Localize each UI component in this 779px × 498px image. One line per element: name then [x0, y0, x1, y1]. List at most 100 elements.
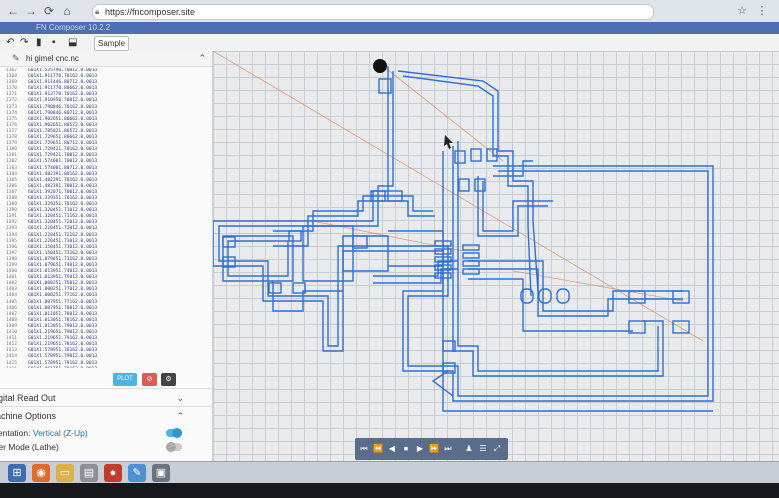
first-icon[interactable]: ⏮ [358, 442, 370, 456]
line-text: G01X1.219651.78162.0.0013 [28, 342, 98, 348]
toolpath-canvas[interactable] [213, 51, 779, 461]
lock-icon: 🔒︎ [95, 7, 100, 16]
url-text: https://fncomposer.site [105, 7, 196, 17]
stop-icon[interactable]: ⊘ [142, 373, 157, 386]
line-text: G01X1.861751.79162.0.0013 [28, 367, 97, 368]
line-text: G01X1.729421.70012.0.0013 [28, 153, 98, 159]
line-text: G01X1.482391.80162.0.0013 [28, 171, 98, 177]
lathe-row: ter Mode (Lathe) [0, 441, 212, 454]
export-icon[interactable]: ⬓ [68, 36, 77, 49]
app-title: FN Composer 10.2.2 [36, 23, 111, 32]
redo-icon[interactable]: ↷ [20, 36, 28, 49]
line-text: G01X1.574001.80712.0.0013 [28, 165, 98, 171]
line-text: G01X1.219651.79012.0.0013 [28, 330, 98, 336]
save-icon[interactable]: ▪ [52, 36, 56, 49]
line-text: G01X1.790846.80712.0.0013 [28, 110, 98, 116]
step-back-icon[interactable]: ◀ [386, 442, 398, 456]
playback-controls: ⏮ ⏪ ◀ ⏹ ▶ ⏩ ⏭ ♟ ☰ ⤢ [355, 438, 508, 460]
bookmark-icon[interactable]: ☆ [735, 4, 749, 18]
line-text: G01X1.578951.79012.0.0013 [28, 354, 98, 360]
list-icon[interactable]: ☰ [477, 442, 489, 456]
chevron-up-icon[interactable]: ⌃ [198, 51, 206, 66]
plot-button[interactable]: PLOT [113, 373, 137, 386]
expand-icon[interactable]: ⤢ [491, 442, 503, 456]
pad [462, 244, 480, 251]
line-text: G01X1.013951.75012.0.0013 [28, 275, 98, 281]
line-text: G01X1.320451.71012.0.0013 [28, 208, 98, 214]
line-text: G01X1.220451.72012.0.0013 [28, 226, 98, 232]
orientation-row: ientation: Vertical (Z-Up) [0, 427, 212, 440]
line-text: G01X1.911770.70162.0.0013 [28, 74, 98, 80]
pad [378, 78, 392, 94]
paint-icon[interactable]: ✎ [128, 464, 146, 482]
orientation-value: Vertical (Z-Up) [32, 428, 88, 438]
back-icon[interactable]: ← [6, 4, 20, 18]
chrome-icon[interactable]: ● [104, 464, 122, 482]
line-text: G01X1.320451.72012.0.0013 [28, 220, 98, 226]
line-text: G01X1.000251.75012.0.0013 [28, 281, 98, 287]
browser-menu-icon[interactable]: ⋮ [755, 4, 769, 18]
forward-icon[interactable]: → [24, 4, 38, 18]
line-text: G01X1.329351.70162.0.0013 [28, 195, 98, 201]
gcode-editor[interactable]: 1367 G01X1.535790.70012.0.0013 1368 G01X1.9… [6, 68, 202, 368]
orientation-label: ientation: Vertical (Z-Up) [0, 428, 88, 438]
line-text: G01X1.007951.78012.0.0013 [28, 305, 98, 311]
pad [222, 236, 236, 248]
tool-icon[interactable]: ♟ [463, 442, 475, 456]
firefox-icon[interactable]: ◉ [32, 464, 50, 482]
chevron-up-icon: ⌃ [176, 411, 184, 421]
line-text: G01X1.911446.80712.0.0013 [28, 80, 98, 86]
app-icon[interactable]: ▣ [152, 464, 170, 482]
sample-button[interactable]: Sample [94, 36, 130, 51]
url-bar[interactable]: 🔒︎ https://fncomposer.site [92, 4, 654, 20]
edit-icon[interactable]: ✎ [12, 51, 20, 66]
line-text: G01X1.535790.70012.0.0013 [28, 68, 98, 73]
trace [222, 235, 294, 282]
file-header: ✎ hi gimel cnc.nc ⌃ [0, 51, 212, 67]
line-text: G01X1.320451.71162.0.0013 [28, 214, 98, 220]
files-icon[interactable]: ▤ [80, 464, 98, 482]
pad [454, 150, 466, 164]
orientation-toggle[interactable] [166, 428, 182, 438]
rewind-icon[interactable]: ⏪ [372, 442, 384, 456]
lathe-toggle[interactable] [166, 442, 182, 452]
line-text: G01X1.913770.70162.0.0013 [28, 92, 98, 98]
trace [468, 268, 683, 317]
pad [672, 290, 690, 304]
settings-icon[interactable]: ⚙ [161, 373, 176, 386]
trace [402, 75, 532, 297]
line-text: G01X1.902651.80572.0.0013 [28, 122, 98, 128]
line-text: G01X1.150451.73162.0.0013 [28, 250, 98, 256]
start-icon[interactable]: ⊞ [8, 464, 26, 482]
line-text: G01X1.729651.80712.0.0013 [28, 141, 98, 147]
pad [462, 268, 480, 275]
left-panel: ✎ hi gimel cnc.nc ⌃ 1367 G01X1.535790.700… [0, 51, 213, 461]
stop-playback-icon[interactable]: ⏹ [400, 442, 412, 456]
last-icon[interactable]: ⏭ [442, 442, 454, 456]
app-toolbar: ↶ ↷ ▮ ▪ ⬓ Sample [0, 34, 779, 52]
home-icon[interactable]: ⌂ [60, 4, 74, 18]
line-text: G01X1.000251.77162.0.0013 [28, 293, 98, 299]
dro-section[interactable]: igital Read Out ⌄ [0, 388, 212, 407]
chevron-down-icon: ⌄ [176, 393, 184, 403]
undo-icon[interactable]: ↶ [6, 36, 14, 49]
play-icon[interactable]: ▶ [414, 442, 426, 456]
dro-label: igital Read Out [0, 393, 56, 403]
file-name: hi gimel cnc.nc [26, 54, 79, 63]
pad [462, 260, 480, 267]
open-icon[interactable]: ▮ [36, 36, 42, 49]
toolpath-svg [213, 51, 714, 412]
line-text: G01X1.011051.78012.0.0013 [28, 311, 98, 317]
fast-forward-icon[interactable]: ⏩ [428, 442, 440, 456]
machine-options-section[interactable]: achine Options ⌃ [0, 406, 212, 425]
line-text: G01X1.910950.70012.0.0013 [28, 98, 98, 104]
trace [218, 71, 709, 397]
reload-icon[interactable]: ⟳ [42, 4, 56, 18]
line-text: G01X1.150451.73012.0.0013 [28, 244, 98, 250]
explorer-icon[interactable]: ▭ [56, 464, 74, 482]
line-text: G01X1.013051.78162.0.0013 [28, 317, 98, 323]
rapid-line [382, 65, 504, 162]
tool-head [373, 59, 387, 73]
lathe-label: ter Mode (Lathe) [0, 442, 59, 452]
pad [470, 148, 482, 162]
